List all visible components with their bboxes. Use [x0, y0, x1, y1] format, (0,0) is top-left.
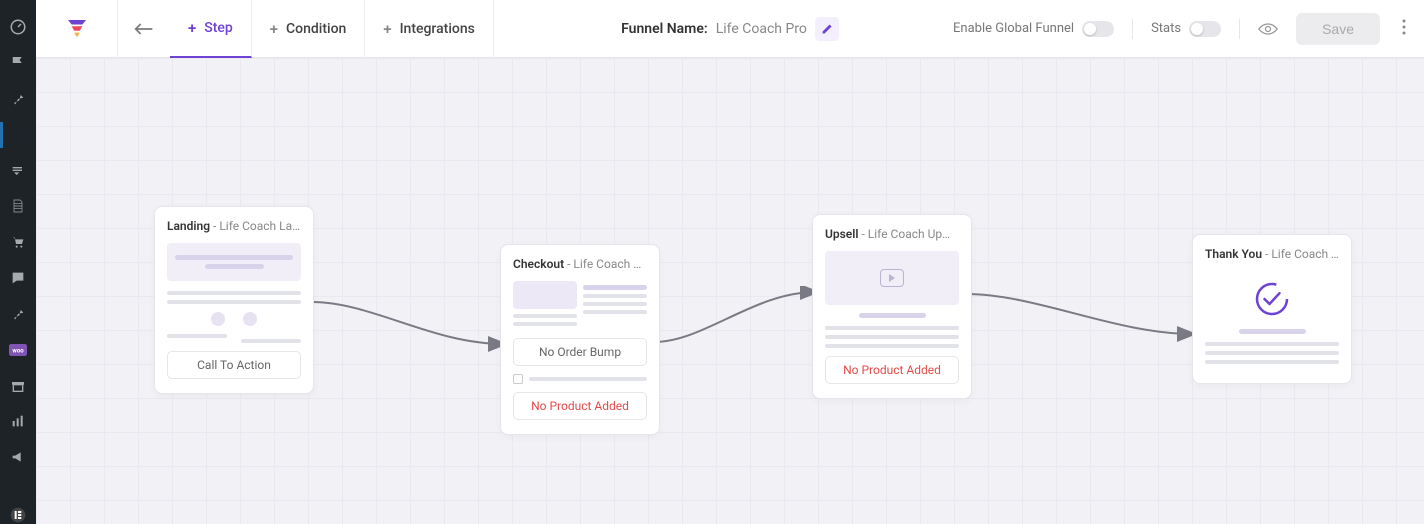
success-check-icon: [1252, 279, 1292, 319]
dashboard-icon[interactable]: [9, 18, 27, 36]
app-logo: [36, 0, 118, 58]
analytics-icon[interactable]: [9, 412, 27, 430]
node-thankyou[interactable]: Thank You - Life Coach Tha…: [1192, 234, 1352, 384]
tab-integrations[interactable]: + Integrations: [365, 0, 494, 58]
cart-icon[interactable]: [9, 233, 27, 251]
topbar: + Step + Condition + Integrations Funnel Na…: [36, 0, 1424, 58]
tab-condition[interactable]: + Condition: [252, 0, 366, 58]
global-funnel-toggle[interactable]: [1082, 21, 1114, 37]
connector-1: [312, 294, 512, 354]
funnel-app-icon[interactable]: [9, 126, 27, 144]
woo-icon[interactable]: woo: [9, 341, 27, 359]
funnel-name-group: Funnel Name: Life Coach Pro: [621, 17, 839, 41]
checkout-bump-badge: No Order Bump: [513, 338, 647, 366]
plus-icon: +: [188, 19, 196, 37]
preview-button[interactable]: [1258, 22, 1278, 36]
play-icon: [880, 269, 904, 287]
node-upsell[interactable]: Upsell - Life Coach Up… No Product Added: [812, 214, 972, 399]
elementor-icon[interactable]: [9, 506, 27, 524]
node-checkout-title: Checkout - Life Coach Ch…: [513, 257, 647, 271]
node-checkout[interactable]: Checkout - Life Coach Ch… No Order Bump …: [500, 244, 660, 435]
global-funnel-label: Enable Global Funnel: [953, 21, 1074, 36]
tab-step-label: Step: [204, 20, 233, 36]
thumb-placeholder: [167, 291, 301, 304]
back-button[interactable]: [118, 0, 170, 58]
funnel-name-value: Life Coach Pro: [716, 21, 807, 37]
plus-icon: +: [383, 20, 391, 38]
node-landing[interactable]: Landing - Life Coach Lan… Call To Action: [154, 206, 314, 394]
pin-icon[interactable]: [9, 90, 27, 108]
pin2-icon[interactable]: [9, 305, 27, 323]
funnel-logo-icon: [66, 20, 88, 38]
eye-icon: [1258, 22, 1278, 36]
comments-icon[interactable]: [9, 269, 27, 287]
media-icon[interactable]: [9, 162, 27, 180]
save-button[interactable]: Save: [1296, 13, 1380, 45]
stats-toggle[interactable]: [1189, 21, 1221, 37]
upsell-product-badge: No Product Added: [825, 356, 959, 384]
checkout-product-badge: No Product Added: [513, 392, 647, 420]
arrow-left-icon: [134, 22, 154, 36]
wp-admin-sidebar: woo: [0, 0, 36, 524]
upsell-thumbnail: [825, 251, 959, 305]
node-landing-title: Landing - Life Coach Lan…: [167, 219, 301, 233]
connector-3: [966, 284, 1201, 354]
landing-cta-badge: Call To Action: [167, 351, 301, 379]
plus-icon: +: [270, 20, 278, 38]
marketing-icon[interactable]: [9, 448, 27, 466]
connector-2: [654, 286, 824, 356]
funnel-name-label: Funnel Name:: [621, 21, 708, 37]
pages-icon[interactable]: [9, 197, 27, 215]
funnel-canvas[interactable]: Landing - Life Coach Lan… Call To Action…: [36, 58, 1424, 524]
edit-funnel-name-button[interactable]: [815, 17, 839, 41]
flag-icon[interactable]: [9, 54, 27, 72]
tab-step[interactable]: + Step: [170, 0, 252, 58]
svg-text:woo: woo: [12, 347, 24, 354]
landing-thumbnail: [167, 243, 301, 281]
thumb-dots: [167, 312, 301, 326]
topbar-right: Enable Global Funnel Stats Save: [953, 13, 1424, 45]
stats-group: Stats: [1151, 21, 1221, 37]
pencil-icon: [821, 23, 833, 35]
checkout-thumbnail: [513, 281, 647, 330]
tab-condition-label: Condition: [286, 21, 346, 37]
thumb-placeholder: [1205, 342, 1339, 364]
archive-icon[interactable]: [9, 377, 27, 395]
stats-label: Stats: [1151, 21, 1181, 36]
thumb-placeholder: [167, 334, 301, 343]
divider: [1132, 19, 1133, 39]
kebab-icon: [1402, 19, 1406, 35]
node-upsell-title: Upsell - Life Coach Up…: [825, 227, 959, 241]
divider: [1239, 19, 1240, 39]
tab-integrations-label: Integrations: [400, 21, 475, 37]
node-thankyou-title: Thank You - Life Coach Tha…: [1205, 247, 1339, 261]
global-funnel-group: Enable Global Funnel: [953, 21, 1114, 37]
checkbox-placeholder: [513, 374, 647, 384]
more-menu-button[interactable]: [1398, 19, 1410, 39]
thumb-placeholder: [825, 326, 959, 348]
